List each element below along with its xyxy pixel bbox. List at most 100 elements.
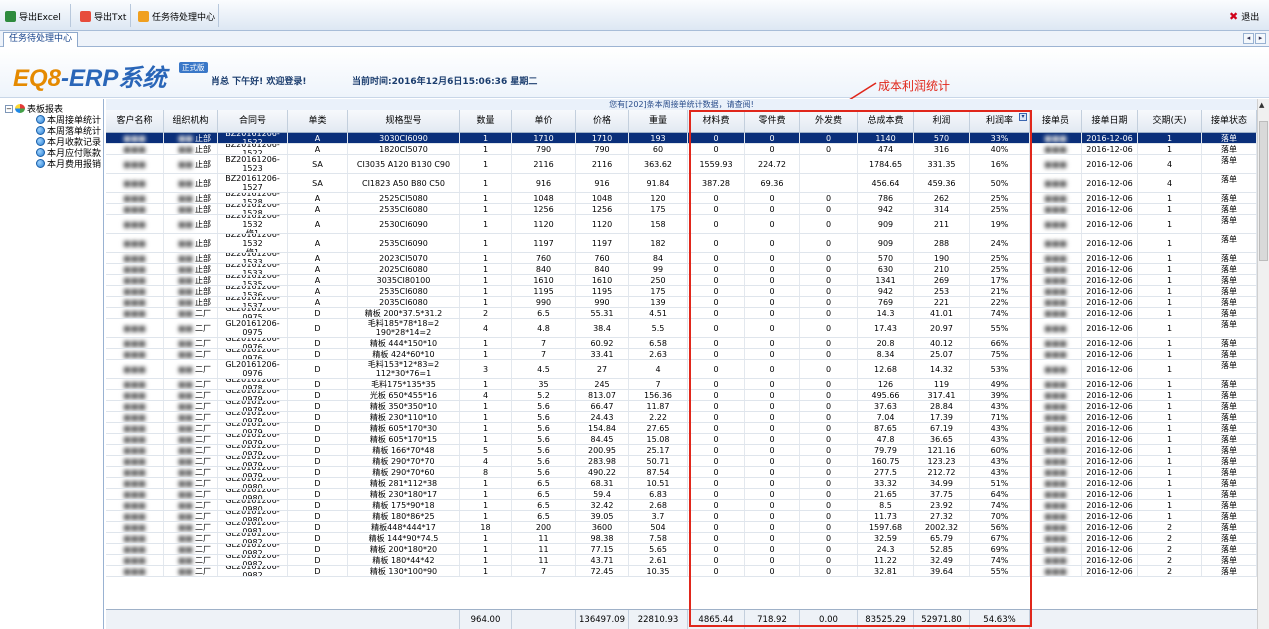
cell-contract-no: BZ20161206-1536: [218, 286, 288, 296]
table-row[interactable]: ■■■ ■■ 止部 BZ20161206-1532 修1 A 2535CI6090 1 119…: [106, 234, 1257, 253]
scroll-thumb[interactable]: [1259, 121, 1268, 261]
scroll-up-icon[interactable]: ▲: [1259, 101, 1264, 109]
table-row[interactable]: ■■■ ■■ 二厂 GL20161206-0980 D 精板 175*90*18 1 6.5 3…: [106, 500, 1257, 511]
table-row[interactable]: ■■■ ■■ 止部 BZ20161206-1535 A 3035CI80100 1 1610 1…: [106, 275, 1257, 286]
table-row[interactable]: ■■■ ■■ 二厂 GL20161206-0976 D 精板 424*60*10 1 7 33.…: [106, 349, 1257, 360]
column-header-order-type[interactable]: 单类: [288, 110, 348, 133]
cell-price: 283.98: [576, 456, 629, 466]
cell-customer: ■■■: [106, 511, 164, 521]
cell-order-date: 2016-12-06: [1082, 253, 1138, 263]
table-row[interactable]: ■■■ ■■ 二厂 GL20161206-0976 D 精板 444*150*10 1 7 60…: [106, 338, 1257, 349]
redacted-text: ■■■: [1044, 533, 1067, 543]
redacted-text: ■■■: [123, 286, 146, 296]
collapse-icon[interactable]: −: [5, 104, 13, 113]
column-header-organization[interactable]: 组织机构: [164, 110, 218, 133]
column-header-order-clerk[interactable]: 接单员: [1030, 110, 1082, 133]
column-header-quantity[interactable]: 数量: [460, 110, 512, 133]
table-row[interactable]: ■■■ ■■ 止部 BZ20161206-1536 A 2535CI6080 1 1195 11…: [106, 286, 1257, 297]
table-row[interactable]: ■■■ ■■ 止部 BZ20161206-1522 A 1820CI5070 1 790 790…: [106, 144, 1257, 155]
table-row[interactable]: ■■■ ■■ 二厂 GL20161206-0979 D 精板 290*70*60 8 5.6 4…: [106, 467, 1257, 478]
table-row[interactable]: ■■■ ■■ 二厂 GL20161206-0982 D 精板 144*90*74.5 1 11…: [106, 533, 1257, 544]
org-suffix: 二厂: [195, 434, 211, 444]
table-row[interactable]: ■■■ ■■ 二厂 GL20161206-0975 D 精板 200*37.5*31.2 2…: [106, 308, 1257, 319]
cell-margin: 17%: [970, 275, 1030, 285]
export-excel-button[interactable]: 导出Excel: [5, 7, 61, 25]
exit-button[interactable]: ✖ 退出: [1229, 7, 1259, 25]
column-header-unit-price[interactable]: 单价: [512, 110, 576, 133]
table-row[interactable]: ■■■ ■■ 二厂 GL20161206-0980 D 精板 180*86*25 1 6.5 3…: [106, 511, 1257, 522]
table-row[interactable]: ■■■ ■■ 止部 BZ20161206-1528 A 2535CI6080 1 1256 12…: [106, 204, 1257, 215]
table-row[interactable]: ■■■ ■■ 二厂 GL20161206-0979 D 精板 166*70*48 5 5.6 2…: [106, 445, 1257, 456]
cell-quantity: 1: [460, 489, 512, 499]
cell-margin: 43%: [970, 401, 1030, 411]
table-row[interactable]: ■■■ ■■ 二厂 GL20161206-0981 D 精板448*444*17 18 200…: [106, 522, 1257, 533]
table-row[interactable]: ■■■ ■■ 止部 BZ20161206-1527 SA CI1823 A50 B80 C…: [106, 174, 1257, 193]
cell-spec-model: 精板 180*44*42: [348, 555, 460, 565]
column-header-price[interactable]: 价格: [576, 110, 629, 133]
chevron-left-icon[interactable]: ◂: [1243, 33, 1254, 44]
table-row[interactable]: ■■■ ■■ 二厂 GL20161206-0982 D 精板 130*100*90 1 7 72…: [106, 566, 1257, 577]
cell-price: 1048: [576, 193, 629, 203]
table-row[interactable]: ■■■ ■■ 二厂 GL20161206-0976 D 毛料153*12*83=2 112…: [106, 360, 1257, 379]
table-row[interactable]: ■■■ ■■ 二厂 GL20161206-0979 D 光板 650*455*16 4 5.2…: [106, 390, 1257, 401]
cell-profit: 40.12: [914, 338, 970, 348]
table-row[interactable]: ■■■ ■■ 二厂 GL20161206-0979 D 精板 605*170*30 1 5.6…: [106, 423, 1257, 434]
chevron-right-icon[interactable]: ▸: [1255, 33, 1266, 44]
tab-task-center[interactable]: 任务待处理中心: [3, 32, 79, 47]
table-row[interactable]: ■■■ ■■ 二厂 GL20161206-0980 D 精板 281*112*38 1 6.5…: [106, 478, 1257, 489]
table-row[interactable]: ■■■ ■■ 二厂 GL20161206-0979 D 精板 350*350*10 1 5.6…: [106, 401, 1257, 412]
task-center-button[interactable]: 任务待处理中心: [138, 7, 215, 25]
cell-profit: 28.84: [914, 401, 970, 411]
table-row[interactable]: ■■■ ■■ 二厂 GL20161206-0982 D 精板 200*180*20 1 11 7…: [106, 544, 1257, 555]
column-header-lead-days[interactable]: 交期(天): [1138, 110, 1202, 133]
table-row[interactable]: ■■■ ■■ 止部 BZ20161206-1537 A 2035CI6080 1 990 990…: [106, 297, 1257, 308]
column-header-profit[interactable]: 利润: [914, 110, 970, 133]
redacted-text: ■■■: [123, 297, 146, 307]
column-header-parts-cost[interactable]: 零件费: [745, 110, 800, 133]
table-row[interactable]: ■■■ ■■ 二厂 GL20161206-0979 D 精板 605*170*15 1 5.6…: [106, 434, 1257, 445]
org-suffix: 二厂: [195, 308, 211, 318]
table-row[interactable]: ■■■ ■■ 二厂 GL20161206-0980 D 精板 230*180*17 1 6.5…: [106, 489, 1257, 500]
table-row[interactable]: ■■■ ■■ 止部 BZ20161206-1528 A 2525CI5080 1 1048 10…: [106, 193, 1257, 204]
cell-order-clerk: ■■■: [1030, 544, 1082, 554]
cell-order-status: 落单: [1202, 133, 1257, 143]
table-row[interactable]: ■■■ ■■ 二厂 GL20161206-0979 D 精板 230*110*10 1 5.6…: [106, 412, 1257, 423]
column-header-contract-no[interactable]: 合同号: [218, 110, 288, 133]
table-row[interactable]: ■■■ ■■ 止部 BZ20161206-1523 SA CI3035 A120 B130…: [106, 155, 1257, 174]
column-header-total-cost[interactable]: 总成本费: [858, 110, 914, 133]
tree-item-monthly-expenses[interactable]: 本月费用报销: [36, 157, 101, 170]
cell-contract-no: GL20161206-0982: [218, 555, 288, 565]
table-row[interactable]: ■■■ ■■ 二厂 GL20161206-0978 D 毛料175*135*35 1 35 24…: [106, 379, 1257, 390]
cell-order-clerk: ■■■: [1030, 264, 1082, 274]
export-txt-button[interactable]: 导出Txt: [80, 7, 126, 25]
cell-total-cost: 786: [858, 193, 914, 203]
table-row[interactable]: ■■■ ■■ 止部 BZ20161206-1522 A 3030CI6090 1 1710 17…: [106, 133, 1257, 144]
vertical-scrollbar[interactable]: ▲: [1257, 99, 1269, 629]
table-row[interactable]: ■■■ ■■ 二厂 GL20161206-0982 D 精板 180*44*42 1 11 43…: [106, 555, 1257, 566]
column-header-material-cost[interactable]: 材料费: [688, 110, 745, 133]
table-row[interactable]: ■■■ ■■ 止部 BZ20161206-1533 A 2023CI5070 1 760 760…: [106, 253, 1257, 264]
cell-profit: 39.64: [914, 566, 970, 576]
redacted-text: ■■: [177, 456, 193, 466]
column-header-order-date[interactable]: 接单日期: [1082, 110, 1138, 133]
cell-material-cost: 0: [688, 215, 745, 233]
cell-profit: 331.35: [914, 155, 970, 173]
table-row[interactable]: ■■■ ■■ 止部 BZ20161206-1532 修1 A 2530CI6090 1 112…: [106, 215, 1257, 234]
cell-contract-no: BZ20161206-1533: [218, 253, 288, 263]
cell-spec-model: 精板 180*86*25: [348, 511, 460, 521]
cell-margin: 21%: [970, 286, 1030, 296]
cell-quantity: 8: [460, 467, 512, 477]
table-row[interactable]: ■■■ ■■ 二厂 GL20161206-0979 D 精板 290*70*70 4 5.6 2…: [106, 456, 1257, 467]
filter-icon[interactable]: ▾: [1019, 113, 1027, 121]
column-header-spec-model[interactable]: 规格型号: [348, 110, 460, 133]
column-header-order-status[interactable]: 接单状态: [1202, 110, 1257, 133]
redacted-text: ■■: [177, 434, 193, 444]
column-header-outsource-cost[interactable]: 外发费: [800, 110, 858, 133]
table-row[interactable]: ■■■ ■■ 止部 BZ20161206-1533 A 2025CI6080 1 840 840…: [106, 264, 1257, 275]
cell-parts-cost: 0: [745, 566, 800, 576]
cell-order-date: 2016-12-06: [1082, 297, 1138, 307]
column-header-customer[interactable]: 客户名称: [106, 110, 164, 133]
column-header-weight[interactable]: 重量: [629, 110, 688, 133]
table-row[interactable]: ■■■ ■■ 二厂 GL20161206-0975 D 毛料185*78*18=2 190…: [106, 319, 1257, 338]
redacted-text: ■■: [177, 253, 193, 263]
